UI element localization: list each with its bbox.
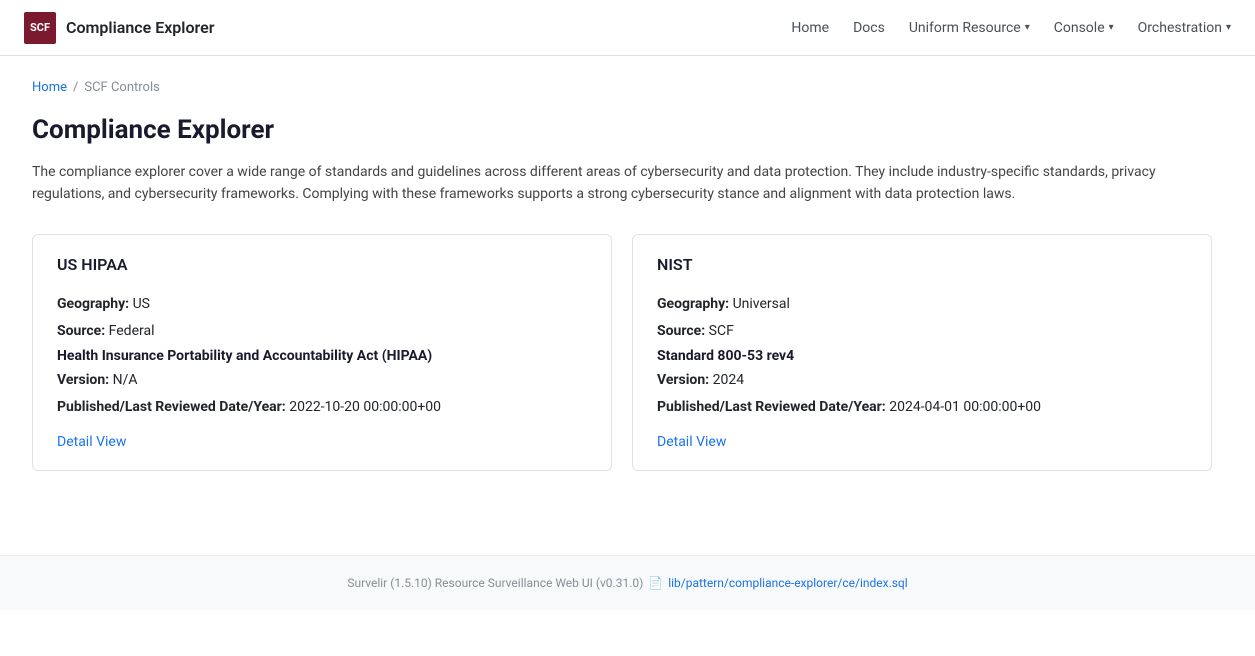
breadcrumb-separator: / [73,80,78,95]
card-nist-geography: Geography: Universal [657,294,1187,315]
card-us-hipaa-version: Version: N/A [57,370,587,391]
card-nist-standard: Standard 800-53 rev4 [657,348,1187,364]
main-content: Home / SCF Controls Compliance Explorer … [0,56,1255,495]
card-us-hipaa-title: US HIPAA [57,255,587,274]
chevron-down-icon: ▾ [1025,22,1030,33]
cards-grid: US HIPAA Geography: US Source: Federal H… [32,234,1212,471]
card-us-hipaa-geography: Geography: US [57,294,587,315]
nav-link-uniform-resource[interactable]: Uniform Resource ▾ [909,20,1030,36]
card-nist-detail-link[interactable]: Detail View [657,434,726,450]
card-nist-published: Published/Last Reviewed Date/Year: 2024-… [657,397,1187,418]
nav-brand-title: Compliance Explorer [66,18,215,37]
nav-link-orchestration[interactable]: Orchestration ▾ [1138,20,1231,36]
footer-link[interactable]: lib/pattern/compliance-explorer/ce/index… [668,576,907,590]
nav-link-home[interactable]: Home [791,20,829,36]
footer: Survelir (1.5.10) Resource Surveillance … [0,555,1255,610]
document-icon: 📄 [648,576,663,590]
nav-link-docs[interactable]: Docs [853,20,885,36]
card-us-hipaa: US HIPAA Geography: US Source: Federal H… [32,234,612,471]
breadcrumb: Home / SCF Controls [32,80,1223,95]
nav-links: Home Docs Uniform Resource ▾ Console ▾ O… [791,20,1231,36]
card-nist-title: NIST [657,255,1187,274]
nav-link-console[interactable]: Console ▾ [1054,20,1114,36]
navbar: SCF Compliance Explorer Home Docs Unifor… [0,0,1255,56]
card-us-hipaa-source: Source: Federal [57,321,587,342]
card-us-hipaa-standard: Health Insurance Portability and Account… [57,348,587,364]
page-title: Compliance Explorer [32,115,1223,145]
card-us-hipaa-detail-link[interactable]: Detail View [57,434,126,450]
nav-brand: SCF Compliance Explorer [24,12,215,44]
card-nist: NIST Geography: Universal Source: SCF St… [632,234,1212,471]
card-us-hipaa-published: Published/Last Reviewed Date/Year: 2022-… [57,397,587,418]
card-nist-version: Version: 2024 [657,370,1187,391]
nav-logo: SCF [24,12,56,44]
page-description: The compliance explorer cover a wide ran… [32,161,1212,206]
card-nist-source: Source: SCF [657,321,1187,342]
footer-text: Survelir (1.5.10) Resource Surveillance … [347,576,643,590]
chevron-down-icon: ▾ [1109,22,1114,33]
breadcrumb-home[interactable]: Home [32,80,67,95]
chevron-down-icon: ▾ [1226,22,1231,33]
breadcrumb-current: SCF Controls [84,80,159,95]
